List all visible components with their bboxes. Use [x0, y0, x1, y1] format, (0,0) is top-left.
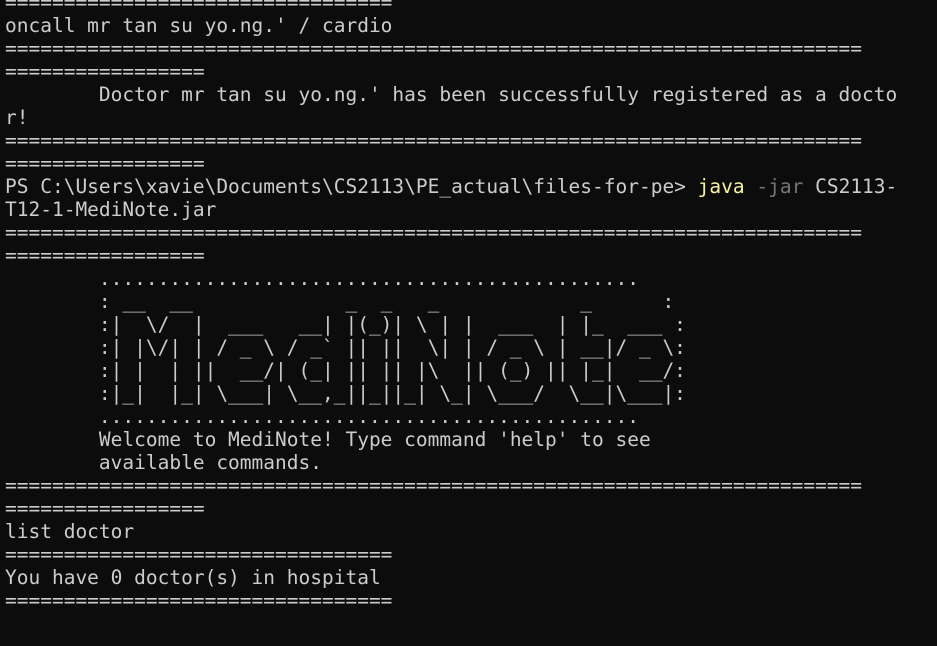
logo-art: :| | | || __/| (_| || || |\ || (_) || |_… — [5, 359, 686, 382]
command-arg: CS2113- — [803, 175, 898, 198]
logo-art: :|_| |_| \___| \__,_||_||_| \_| \___/ \_… — [5, 382, 686, 405]
logo-art: :| \/ | ___ __| |(_)| \ | | ___ | |_ ___… — [5, 313, 686, 336]
terminal-line: ========================================… — [5, 129, 863, 152]
terminal-line: ================= — [5, 497, 205, 520]
terminal-line: ================================= — [5, 543, 393, 566]
terminal-line: ========================================… — [5, 221, 863, 244]
command-flag: -jar — [756, 175, 804, 198]
command-result: You have 0 doctor(s) in hospital — [5, 566, 381, 589]
terminal-line: oncall mr tan su yo.ng.' / cardio — [5, 14, 393, 37]
welcome-message: available commands. — [5, 451, 322, 474]
terminal-line: ================= — [5, 60, 205, 83]
terminal-line: ================================= — [5, 589, 393, 612]
prompt-line-continued: T12-1-MediNote.jar — [5, 198, 217, 221]
prompt-line: PS C:\Users\xavie\Documents\CS2113\PE_ac… — [5, 175, 897, 198]
logo-border: ........................................… — [5, 405, 639, 428]
prompt-path: PS C:\Users\xavie\Documents\CS2113\PE_ac… — [5, 175, 698, 198]
logo-art: :| |\/| | / _ \ / _` || || \| | / _ \ | … — [5, 336, 686, 359]
terminal-line: Doctor mr tan su yo.ng.' has been succes… — [5, 83, 898, 106]
command-java: java — [697, 175, 745, 198]
welcome-message: Welcome to MediNote! Type command 'help'… — [5, 428, 651, 451]
terminal-line: ================= — [5, 244, 205, 267]
terminal-line: ================= — [5, 152, 205, 175]
logo-border: ........................................… — [5, 267, 639, 290]
terminal-line: ========================================… — [5, 474, 863, 497]
logo-art: : __ __ _ _ _ _ : — [5, 290, 675, 313]
user-command: list doctor — [5, 520, 135, 543]
terminal-line: r! — [5, 106, 29, 129]
terminal-window[interactable]: ================================= oncall… — [0, 0, 937, 646]
terminal-output: ================================= oncall… — [5, 0, 897, 612]
terminal-line: ================================= — [5, 0, 393, 14]
terminal-line: ========================================… — [5, 37, 863, 60]
